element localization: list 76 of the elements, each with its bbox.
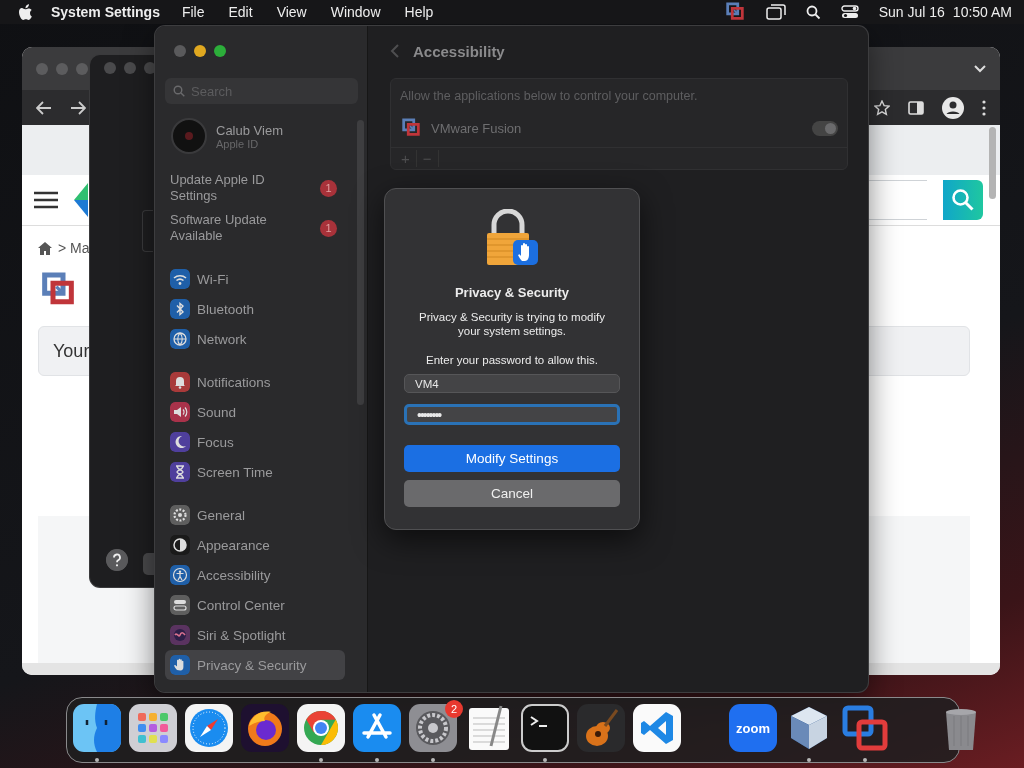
zoom-app-icon[interactable]: zoom: [729, 704, 777, 752]
app-name: VMware Fusion: [431, 120, 522, 136]
banner-text: Your: [53, 340, 90, 362]
guitar-icon[interactable]: [577, 704, 625, 752]
menu-icon[interactable]: [34, 191, 58, 209]
more-icon[interactable]: [982, 99, 986, 116]
page-title: Accessibility: [413, 42, 505, 60]
flame-globe-icon[interactable]: [241, 704, 289, 752]
ribbon-icon[interactable]: [633, 704, 681, 752]
account-name[interactable]: Calub Viem: [216, 122, 283, 138]
sidebar-item[interactable]: Accessibility: [165, 560, 345, 590]
password-field[interactable]: ••••••••: [404, 404, 620, 425]
star-icon[interactable]: [874, 99, 890, 116]
compass-icon[interactable]: [185, 704, 233, 752]
back-arrow-icon[interactable]: [36, 100, 52, 115]
modify-settings-button[interactable]: Modify Settings: [404, 445, 620, 472]
diamond-logo-icon[interactable]: [74, 183, 88, 217]
menu-item[interactable]: View: [276, 4, 307, 20]
search-icon[interactable]: [805, 4, 821, 20]
sidebar-item[interactable]: Network: [165, 324, 345, 354]
sidebar-item[interactable]: Focus: [165, 427, 345, 457]
lock-icon: [486, 209, 538, 267]
app-grid-icon[interactable]: [129, 704, 177, 752]
dialog-title: Privacy & Security: [454, 285, 570, 300]
overlapping-squares-icon[interactable]: [723, 1, 746, 23]
menu-item[interactable]: File: [181, 4, 205, 20]
sidebar-item[interactable]: Sound: [165, 397, 345, 427]
sidebar-item[interactable]: Bluetooth: [165, 294, 345, 324]
overlapping-squares-icon: [400, 117, 422, 139]
notification-badge: 2: [445, 700, 463, 718]
count-badge: 1: [320, 179, 337, 197]
sidebar-item[interactable]: General: [165, 500, 345, 530]
help-icon[interactable]: [106, 549, 128, 571]
toggle-switch[interactable]: [812, 120, 838, 136]
terminal-icon[interactable]: [521, 704, 569, 752]
sidebar-icon[interactable]: [908, 100, 924, 115]
sidebar-item[interactable]: Screen Time: [165, 457, 345, 487]
date-text[interactable]: Sun Jul 16: [878, 4, 945, 20]
sidebar-item[interactable]: Notifications: [165, 367, 345, 397]
home-icon[interactable]: [38, 241, 52, 255]
sidebar-item[interactable]: Control Center: [165, 590, 345, 620]
search-button[interactable]: [943, 180, 983, 220]
windows-icon[interactable]: [765, 4, 786, 20]
cancel-button[interactable]: Cancel: [404, 480, 620, 507]
dialog-prompt: Enter your password to allow this.: [426, 354, 598, 366]
panel-description: Allow the applications below to control your computer.: [399, 88, 699, 105]
account-subtitle: Apple ID: [216, 137, 260, 150]
search-icon: [173, 85, 185, 97]
menu-item[interactable]: Window: [330, 4, 381, 20]
apple-logo-icon[interactable]: [18, 3, 33, 21]
dialog-message: Privacy & Security is trying to modify your system settings.: [418, 310, 606, 338]
scrollbar-thumb[interactable]: [989, 127, 996, 199]
alert-label[interactable]: Update Apple ID Settings: [170, 172, 280, 204]
overlapping-squares-icon[interactable]: [841, 704, 889, 752]
control-center-icon[interactable]: [840, 5, 859, 19]
sidebar-item[interactable]: Appearance: [165, 530, 345, 560]
app-menu[interactable]: System Settings: [51, 4, 160, 20]
count-badge: 1: [320, 219, 337, 237]
time-text[interactable]: 10:50 AM: [952, 4, 1012, 20]
username-field[interactable]: VM4: [404, 374, 620, 393]
menu-item[interactable]: Help: [404, 4, 434, 20]
gear-icon[interactable]: [409, 704, 457, 752]
zoom-button[interactable]: [214, 45, 226, 57]
chevron-down-icon[interactable]: [974, 64, 986, 73]
a-shape-icon[interactable]: [353, 704, 401, 752]
alert-label[interactable]: Software Update Available: [170, 212, 280, 244]
two-tone-face-tile-icon[interactable]: [73, 704, 121, 752]
minimize-button[interactable]: [194, 45, 206, 57]
sidebar-item[interactable]: Privacy & Security: [165, 650, 345, 680]
menu-item[interactable]: Edit: [228, 4, 253, 20]
sidebar-item[interactable]: Siri & Spotlight: [165, 620, 345, 650]
breadcrumb-link[interactable]: > Ma: [58, 240, 90, 256]
sidebar-item[interactable]: Wi-Fi: [165, 264, 345, 294]
forward-arrow-icon[interactable]: [70, 100, 86, 115]
profile-icon[interactable]: [942, 96, 964, 119]
search-icon: [951, 188, 975, 212]
